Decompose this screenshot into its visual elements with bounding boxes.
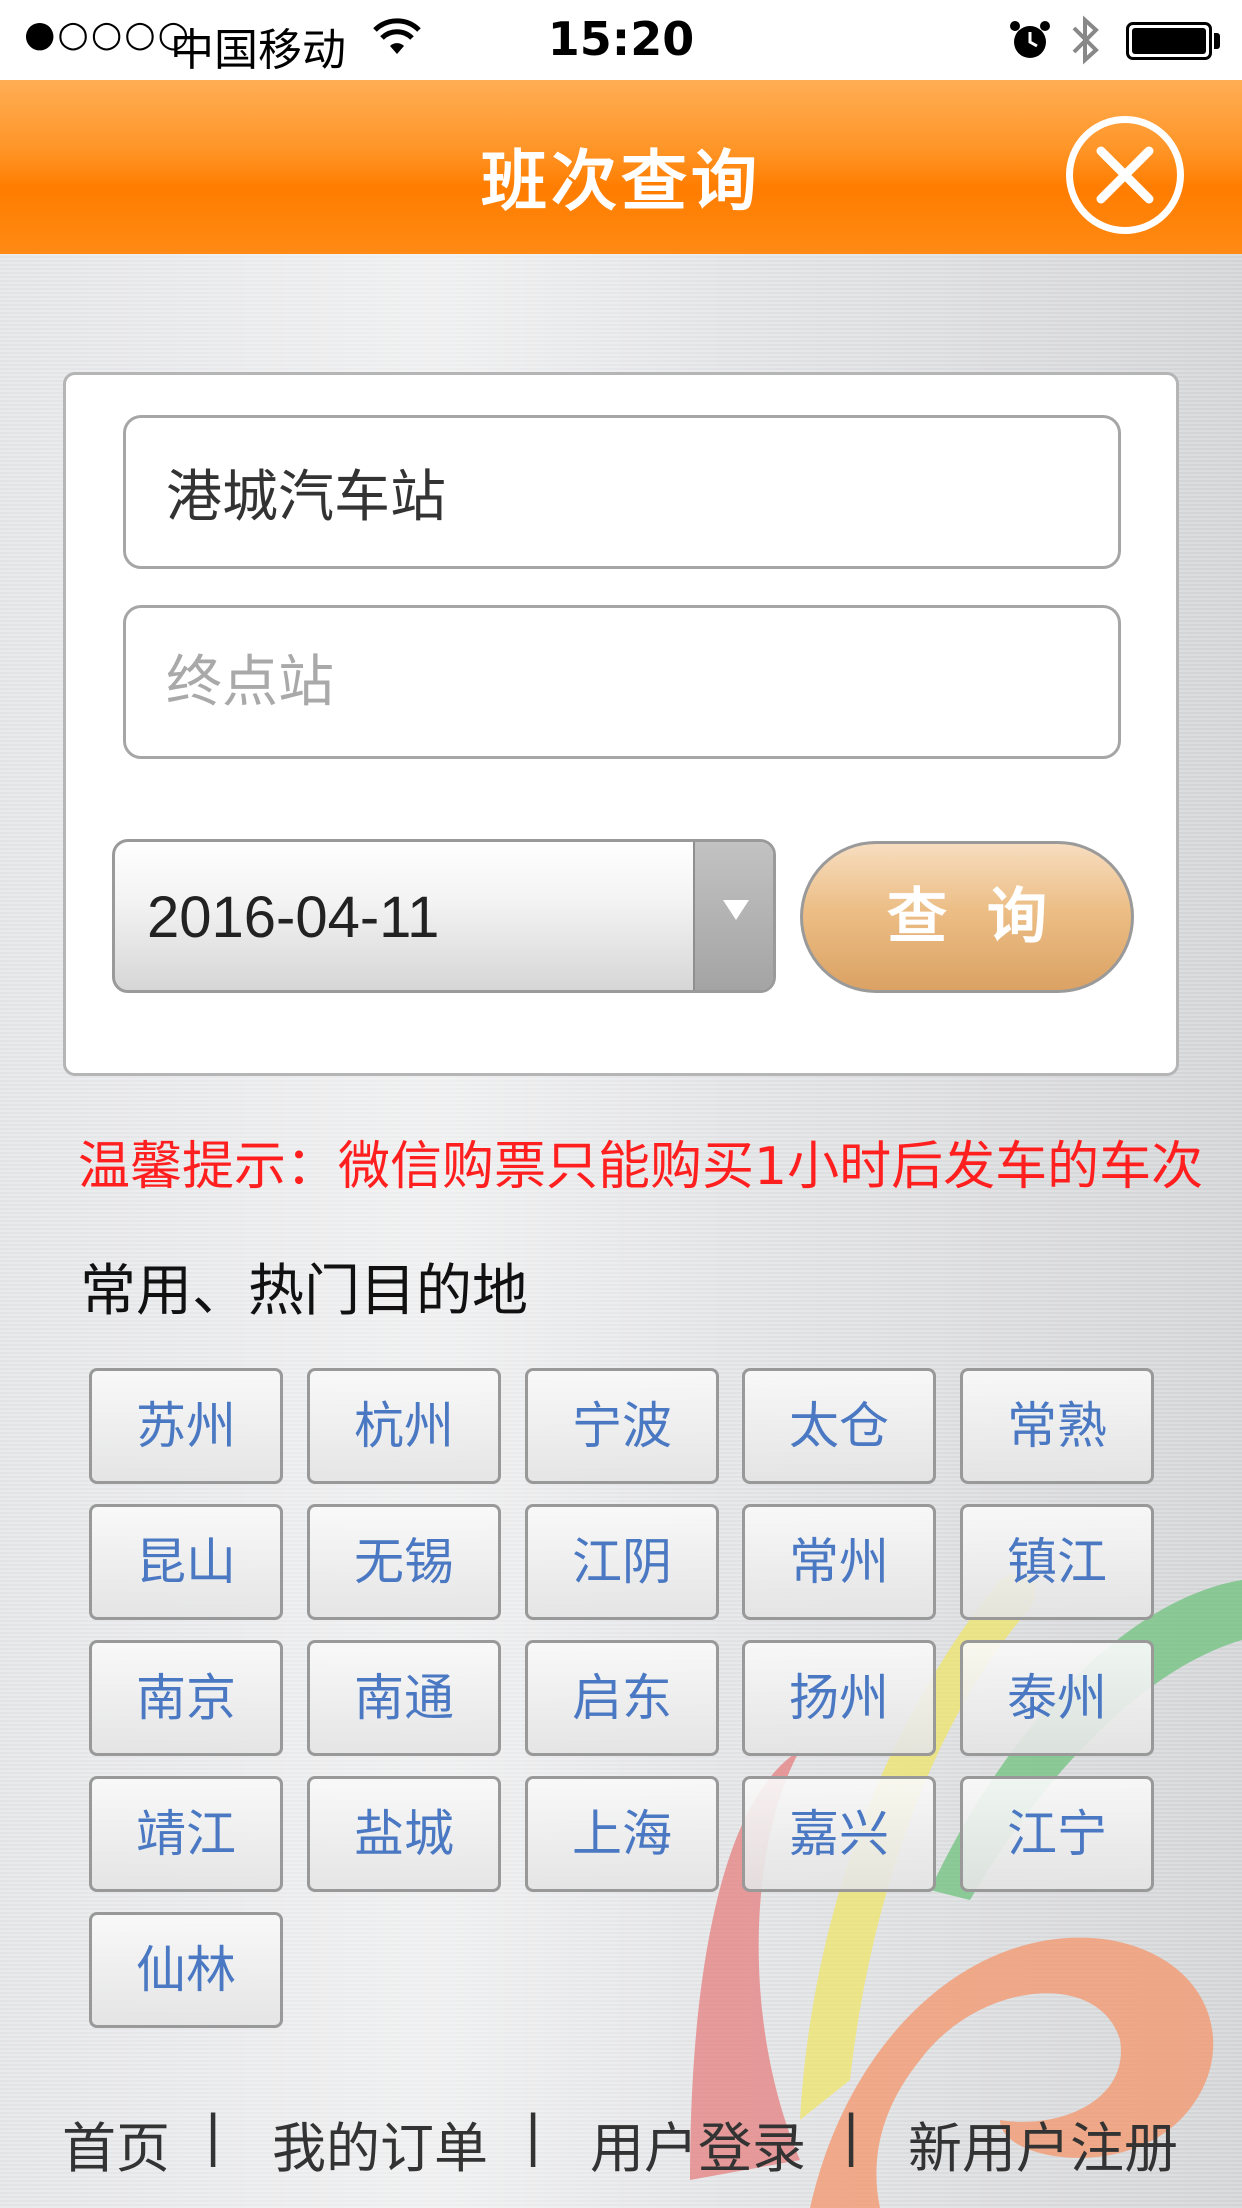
footer-link-register[interactable]: 新用户注册: [908, 2104, 1178, 2183]
footer-separator: |: [204, 2104, 223, 2167]
destination-grid: 苏州 杭州 宁波 太仓 常熟 昆山 无锡 江阴 常州 镇江 南京 南通 启东 扬…: [89, 1368, 1189, 2028]
destination-button[interactable]: 苏州: [89, 1368, 283, 1484]
date-select[interactable]: 2016-04-11: [112, 839, 776, 993]
destination-button[interactable]: 仙林: [89, 1912, 283, 2028]
destination-button[interactable]: 盐城: [307, 1776, 501, 1892]
destination-button[interactable]: 昆山: [89, 1504, 283, 1620]
clock-time: 15:20: [547, 12, 695, 66]
battery-cap: [1214, 33, 1220, 49]
footer-separator: |: [842, 2104, 861, 2167]
chevron-down-icon: [723, 900, 749, 920]
destination-button[interactable]: 江宁: [960, 1776, 1154, 1892]
destination-button[interactable]: 上海: [525, 1776, 719, 1892]
end-station-input[interactable]: [123, 605, 1121, 759]
date-value: 2016-04-11: [147, 885, 440, 950]
close-button[interactable]: [1066, 116, 1184, 234]
destination-button[interactable]: 嘉兴: [742, 1776, 936, 1892]
destination-button[interactable]: 南通: [307, 1640, 501, 1756]
footer-link-home[interactable]: 首页: [62, 2104, 170, 2183]
date-dropdown-toggle[interactable]: [693, 842, 773, 990]
destination-button[interactable]: 靖江: [89, 1776, 283, 1892]
destination-button[interactable]: 无锡: [307, 1504, 501, 1620]
notice-text: 温馨提示：微信购票只能购买1小时后发车的车次: [78, 1137, 1204, 1197]
search-form-card: 2016-04-11 查询: [63, 372, 1179, 1076]
footer-separator: |: [524, 2104, 543, 2167]
destination-button[interactable]: 江阴: [525, 1504, 719, 1620]
destination-button[interactable]: 杭州: [307, 1368, 501, 1484]
footer-link-login[interactable]: 用户登录: [590, 2104, 806, 2183]
destination-button[interactable]: 启东: [525, 1640, 719, 1756]
destination-button[interactable]: 南京: [89, 1640, 283, 1756]
destination-button[interactable]: 常熟: [960, 1368, 1154, 1484]
page-title: 班次查询: [481, 143, 761, 220]
battery-icon: [1126, 22, 1212, 60]
footer-nav: 首页 | 我的订单 | 用户登录 | 新用户注册: [0, 2104, 1242, 2184]
destination-button[interactable]: 常州: [742, 1504, 936, 1620]
query-button[interactable]: 查询: [800, 841, 1134, 993]
destination-button[interactable]: 太仓: [742, 1368, 936, 1484]
destination-button[interactable]: 镇江: [960, 1504, 1154, 1620]
start-station-input[interactable]: [123, 415, 1121, 569]
destination-button[interactable]: 宁波: [525, 1368, 719, 1484]
destination-button[interactable]: 泰州: [960, 1640, 1154, 1756]
status-bar: ●○○○○ 中国移动 15:20: [0, 0, 1242, 80]
footer-link-my-orders[interactable]: 我的订单: [272, 2104, 488, 2183]
destination-button[interactable]: 扬州: [742, 1640, 936, 1756]
section-title: 常用、热门目的地: [80, 1259, 528, 1324]
bluetooth-icon: [1072, 15, 1099, 65]
alarm-icon: [1010, 21, 1050, 58]
app-header: 班次查询: [0, 80, 1242, 254]
close-icon: [1096, 146, 1154, 204]
